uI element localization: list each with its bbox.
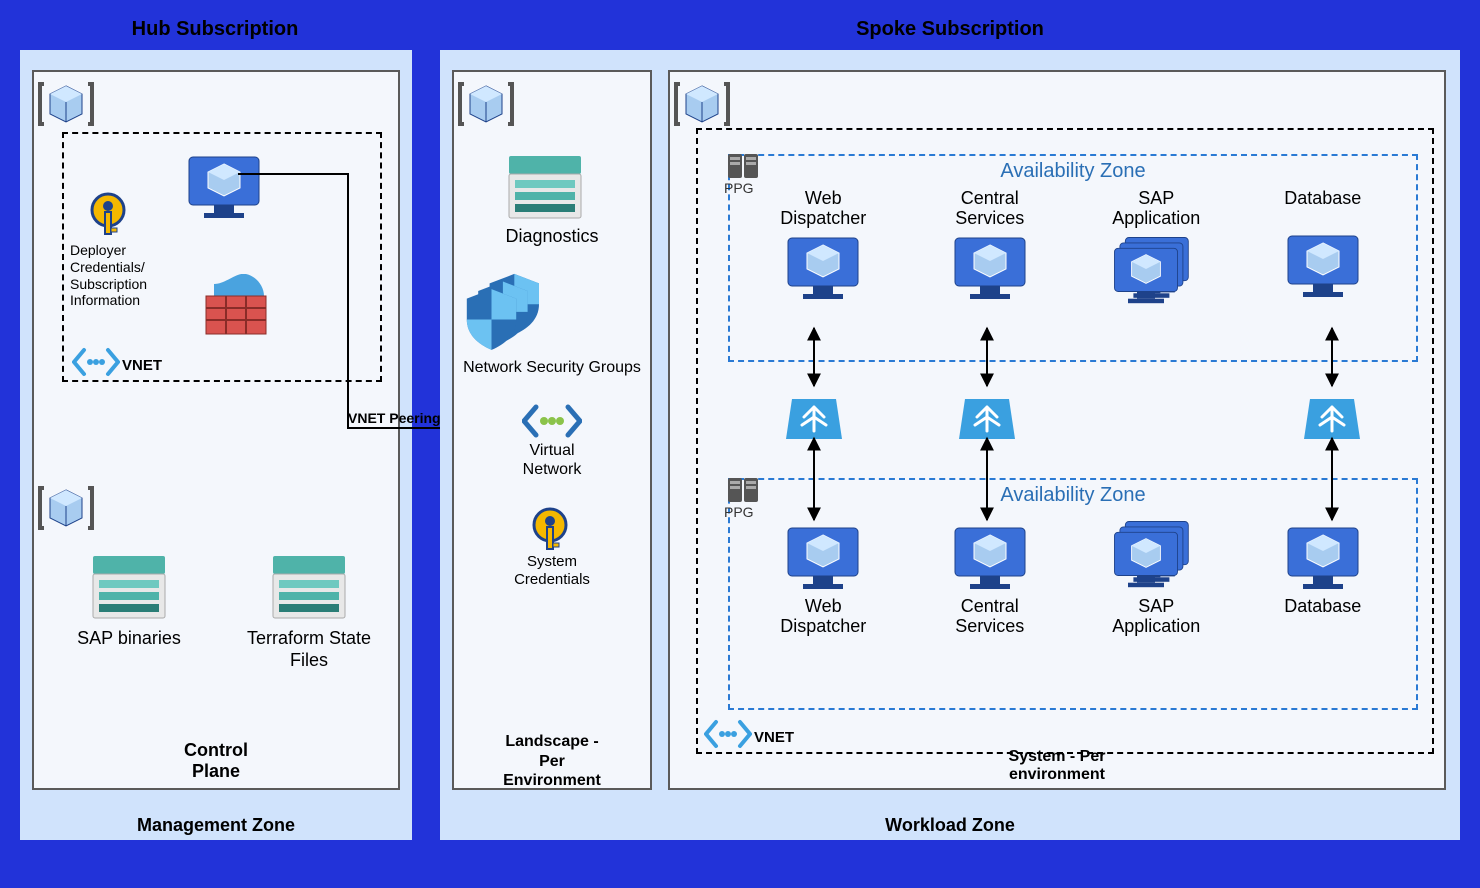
central-services-title: Central Services <box>920 597 1060 637</box>
ppg-label: PPG <box>724 180 754 196</box>
sys-creds-label: System Credentials <box>514 553 590 589</box>
hub-subscription-title: Hub Subscription <box>20 18 410 41</box>
vnet-peering-label: VNET Peering <box>348 410 441 426</box>
load-balancer-icon <box>955 393 1019 445</box>
vnet-label-full: Virtual Network <box>522 441 582 479</box>
vm-stack-icon <box>1110 233 1202 311</box>
nsg-block: Network Security Groups <box>463 272 641 377</box>
spoke-subscription-title: Spoke Subscription <box>440 18 1460 41</box>
ppg-icon <box>728 154 758 178</box>
vm-icon <box>1283 523 1363 591</box>
control-plane-label: Control Plane <box>34 740 398 782</box>
vnet-label: VNET <box>754 729 794 746</box>
web-dispatcher-title: Web Dispatcher <box>753 189 893 229</box>
load-balancer-row <box>728 384 1418 454</box>
resource-group-icon <box>38 480 94 536</box>
management-zone-label: Management Zone <box>20 815 412 836</box>
tf-state-block: Terraform State Files <box>234 552 384 671</box>
vm-icon <box>783 233 863 301</box>
sap-app-title: SAP Application <box>1086 597 1226 637</box>
vnet-icon <box>522 401 582 441</box>
storage-icon <box>89 552 169 622</box>
ppg-label: PPG <box>724 504 754 520</box>
deployer-key-label: Deployer Credentials/ Subscription Infor… <box>70 242 160 309</box>
resource-group-icon <box>674 76 730 132</box>
load-balancer-icon <box>1300 393 1364 445</box>
sap-binaries-block: SAP binaries <box>64 552 194 650</box>
vnet-icon <box>72 346 120 378</box>
database-title: Database <box>1253 597 1393 617</box>
vnet-block: Virtual Network <box>522 401 582 479</box>
vnet-peering-connector <box>238 174 468 444</box>
landscape-label: Landscape - Per Environment <box>454 732 650 790</box>
storage-icon <box>269 552 349 622</box>
web-dispatcher-title: Web Dispatcher <box>753 597 893 637</box>
nsg-icon <box>463 272 551 356</box>
diagnostics-block: Diagnostics <box>505 152 598 248</box>
database-title: Database <box>1253 189 1393 209</box>
management-zone: Management Zone Control Plane Deployer C… <box>20 50 412 840</box>
central-services-title: Central Services <box>920 189 1060 229</box>
vm-icon <box>1283 231 1363 299</box>
key-vault-icon <box>528 503 576 553</box>
vm-icon <box>950 523 1030 591</box>
nsg-label: Network Security Groups <box>463 358 641 377</box>
vnet-icon <box>704 718 752 750</box>
key-vault-icon <box>86 188 134 238</box>
ppg-icon <box>728 478 758 502</box>
vm-icon <box>783 523 863 591</box>
availability-zone-2: PPG Availability Zone Web Dispatcher Cen… <box>728 478 1418 710</box>
vm-icon <box>950 233 1030 301</box>
workload-zone: Workload Zone Landscape - Per Environmen… <box>440 50 1460 840</box>
az-title: Availability Zone <box>730 484 1416 507</box>
workload-zone-label: Workload Zone <box>440 815 1460 836</box>
tf-state-label: Terraform State Files <box>234 628 384 671</box>
resource-group-icon <box>458 76 514 132</box>
vm-stack-icon <box>1110 517 1202 595</box>
system-vnet-box: VNET PPG Availability Zone Web Dispatche… <box>696 128 1434 754</box>
sys-creds-block: System Credentials <box>514 503 590 589</box>
availability-zone-1: PPG Availability Zone Web Dispatcher Cen… <box>728 154 1418 362</box>
vnet-label: VNET <box>122 357 162 374</box>
system-box: System - Per environment VNET PPG Availa… <box>668 70 1446 790</box>
landscape-box: Landscape - Per Environment Diagnostics … <box>452 70 652 790</box>
storage-icon <box>505 152 585 222</box>
resource-group-icon <box>38 76 94 132</box>
load-balancer-icon <box>782 393 846 445</box>
diagnostics-label: Diagnostics <box>505 226 598 248</box>
sap-app-title: SAP Application <box>1086 189 1226 229</box>
sap-binaries-label: SAP binaries <box>64 628 194 650</box>
az-title: Availability Zone <box>730 160 1416 183</box>
